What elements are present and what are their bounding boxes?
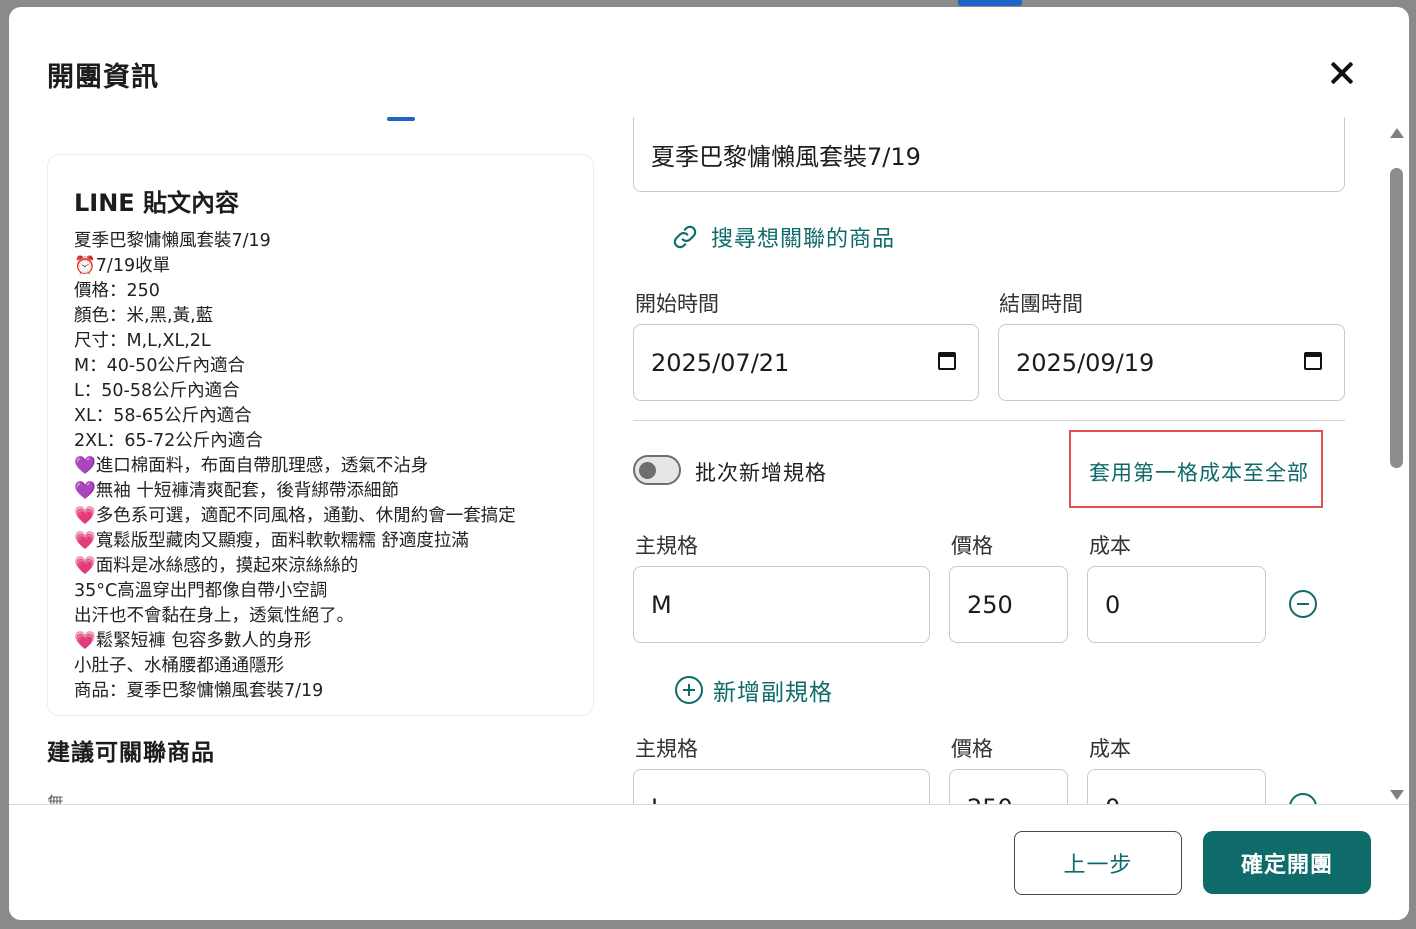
price-input[interactable]: 250 (949, 566, 1068, 643)
line-post-content: 夏季巴黎慵懶風套裝7/19 ⏰7/19收單 價格：250 顏色：米,黑,黃,藍 … (74, 229, 516, 704)
end-date-input[interactable]: 2025/09/19 (998, 324, 1345, 401)
main-spec-label: 主規格 (635, 737, 698, 761)
post-line: 💗多色系可選，適配不同風格，通勤、休閒約會一套搞定 (74, 506, 516, 526)
confirm-open-group-button[interactable]: 確定開團 (1203, 831, 1371, 894)
calendar-icon[interactable] (938, 350, 958, 372)
add-sub-spec-label: 新增副規格 (713, 680, 833, 706)
post-line: 尺寸：M,L,XL,2L (74, 331, 211, 351)
cost-input[interactable]: 0 (1087, 769, 1266, 804)
scroll-thumb[interactable] (1390, 168, 1403, 468)
remove-spec-icon[interactable] (1289, 590, 1317, 618)
suggested-empty-text: 無 (47, 794, 64, 804)
suggested-products-title: 建議可關聯商品 (47, 740, 215, 766)
plus-circle-icon (675, 676, 703, 704)
cost-input[interactable]: 0 (1087, 566, 1266, 643)
post-line: L：50-58公斤內適合 (74, 381, 240, 401)
post-line: 💜無袖 十短褲清爽配套，後背綁帶添細節 (74, 481, 399, 501)
close-icon[interactable] (1325, 57, 1359, 91)
post-line: ⏰7/19收單 (74, 256, 171, 276)
start-date-value: 2025/07/21 (651, 348, 790, 377)
background-tab-accent (958, 0, 1022, 6)
end-date-value: 2025/09/19 (1016, 348, 1155, 377)
add-sub-spec-button[interactable]: 新增副規格 (675, 673, 833, 707)
main-spec-input[interactable]: L (633, 769, 930, 804)
post-line: 出汗也不會黏在身上，透氣性絕了。 (74, 606, 354, 626)
price-label: 價格 (951, 737, 993, 761)
link-icon (673, 225, 697, 249)
post-line: 💗鬆緊短褲 包容多數人的身形 (74, 631, 312, 651)
start-date-input[interactable]: 2025/07/21 (633, 324, 979, 401)
group-name-input[interactable]: 夏季巴黎慵懶風套裝7/19 (633, 117, 1345, 192)
line-post-card: LINE 貼文內容 夏季巴黎慵懶風套裝7/19 ⏰7/19收單 價格：250 顏… (47, 154, 594, 716)
post-line: 💜進口棉面料，布面自帶肌理感，透氣不沾身 (74, 456, 429, 476)
post-line: 夏季巴黎慵懶風套裝7/19 (74, 231, 271, 251)
previous-step-button[interactable]: 上一步 (1014, 831, 1182, 895)
search-products-label: 搜尋想關聯的商品 (711, 227, 896, 252)
post-line: 💗寬鬆版型藏肉又顯瘦，面料軟軟糯糯 舒適度拉滿 (74, 531, 469, 551)
start-time-label: 開始時間 (635, 292, 719, 316)
line-post-title: LINE 貼文內容 (74, 189, 240, 217)
search-products-link[interactable]: 搜尋想關聯的商品 (671, 221, 895, 253)
dialog-body[interactable]: LINE 貼文內容 夏季巴黎慵懶風套裝7/19 ⏰7/19收單 價格：250 顏… (9, 117, 1409, 804)
post-line: M：40-50公斤內適合 (74, 356, 245, 376)
post-line: 💗面料是冰絲感的，摸起來涼絲絲的 (74, 556, 359, 576)
batch-add-label: 批次新增規格 (695, 461, 827, 485)
post-line: 商品：夏季巴黎慵懶風套裝7/19 (74, 681, 324, 701)
dialog-title: 開團資訊 (47, 62, 159, 93)
dialog-scrollbar[interactable] (1387, 122, 1407, 802)
scroll-up-arrow-icon[interactable] (1390, 128, 1404, 138)
post-line: 35°C高溫穿出門都像自帶小空調 (74, 581, 328, 601)
price-input[interactable]: 250 (949, 769, 1068, 804)
cost-label: 成本 (1089, 737, 1131, 761)
apply-first-cost-button[interactable]: 套用第一格成本至全部 (1089, 457, 1309, 487)
main-spec-label: 主規格 (635, 534, 698, 558)
main-spec-input[interactable]: M (633, 566, 930, 643)
post-line: 2XL：65-72公斤內適合 (74, 431, 263, 451)
open-group-dialog: 開團資訊 LINE 貼文內容 夏季巴黎慵懶風套裝7/19 ⏰7/19收單 價格：… (9, 7, 1409, 920)
section-divider (633, 420, 1345, 421)
scroll-down-arrow-icon[interactable] (1390, 790, 1404, 800)
cost-label: 成本 (1089, 534, 1131, 558)
post-line: XL：58-65公斤內適合 (74, 406, 252, 426)
calendar-icon[interactable] (1304, 350, 1324, 372)
dialog-footer: 上一步 確定開團 (9, 804, 1409, 920)
end-time-label: 結團時間 (999, 292, 1083, 316)
price-label: 價格 (951, 534, 993, 558)
remove-spec-icon[interactable] (1289, 793, 1317, 804)
tab-indicator (387, 117, 415, 121)
post-line: 小肚子、水桶腰都通通隱形 (74, 656, 284, 676)
post-line: 價格：250 (74, 281, 160, 301)
post-line: 顏色：米,黑,黃,藍 (74, 306, 214, 326)
batch-add-toggle[interactable] (633, 454, 683, 487)
